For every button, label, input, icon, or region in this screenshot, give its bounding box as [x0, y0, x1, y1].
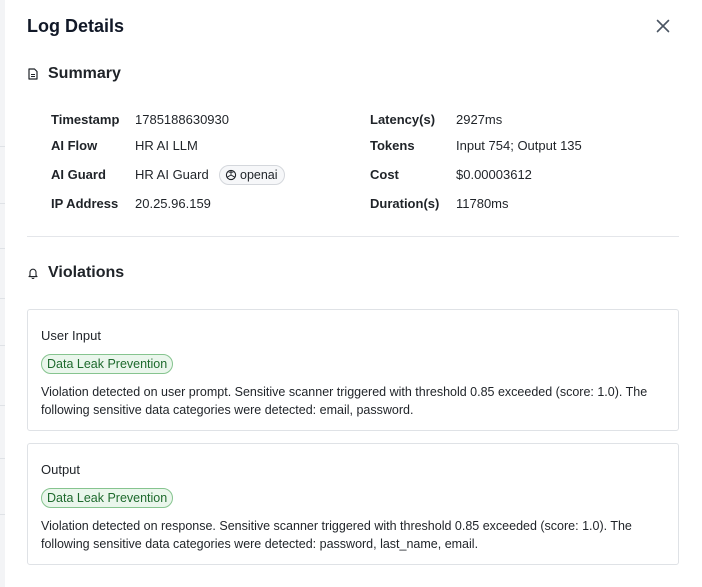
ai-flow-label: AI Flow	[51, 138, 98, 153]
violation-description: Violation detected on response. Sensitiv…	[41, 519, 632, 551]
background-row-divider	[0, 248, 5, 249]
latency-value: 2927ms	[456, 112, 503, 127]
background-row-divider	[0, 405, 5, 406]
close-button[interactable]	[651, 14, 675, 38]
violation-description: Violation detected on user prompt. Sensi…	[41, 385, 648, 417]
background-row-divider	[0, 203, 5, 204]
background-row-divider	[0, 146, 5, 147]
bell-icon	[27, 267, 39, 279]
violations-section-header: Violations	[27, 264, 124, 282]
violation-title: Output	[41, 462, 81, 477]
ai-guard-label: AI Guard	[51, 167, 106, 182]
timestamp-label: Timestamp	[51, 112, 120, 127]
ip-address-label: IP Address	[51, 196, 119, 211]
violations-heading: Violations	[48, 264, 125, 281]
cost-label: Cost	[370, 167, 399, 182]
duration-label: Duration(s)	[370, 196, 440, 211]
provider-badge: openai	[219, 165, 285, 185]
close-icon	[656, 19, 670, 33]
document-icon	[27, 68, 39, 80]
background-row-divider	[0, 514, 5, 515]
latency-label: Latency(s)	[370, 112, 436, 127]
timestamp-value: 1785188630930	[135, 112, 229, 127]
summary-section-header: Summary	[27, 65, 121, 83]
tokens-value: Input 754; Output 135	[456, 138, 582, 153]
violation-category-tag: Data Leak Prevention	[41, 488, 174, 508]
background-page-edge	[0, 0, 5, 587]
ip-address-value: 20.25.96.159	[135, 196, 211, 211]
duration-value: 11780ms	[456, 196, 509, 211]
summary-heading: Summary	[48, 65, 121, 82]
ai-guard-value: HR AI Guard	[135, 167, 209, 182]
background-row-divider	[0, 345, 5, 346]
tokens-label: Tokens	[370, 138, 415, 153]
background-row-divider	[0, 458, 5, 459]
violation-category-tag: Data Leak Prevention	[41, 354, 174, 374]
dialog-title: Log Details	[27, 16, 125, 36]
provider-badge-label: openai	[240, 168, 278, 182]
violation-title: User Input	[41, 328, 101, 343]
cost-value: $0.00003612	[456, 167, 532, 182]
section-divider	[27, 236, 679, 237]
violation-card-user-input: User Input Data Leak Prevention Violatio…	[27, 309, 679, 431]
ai-flow-value: HR AI LLM	[135, 138, 198, 153]
background-row-divider	[0, 298, 5, 299]
violation-card-output: Output Data Leak Prevention Violation de…	[27, 443, 679, 565]
openai-logo-icon	[225, 169, 237, 181]
